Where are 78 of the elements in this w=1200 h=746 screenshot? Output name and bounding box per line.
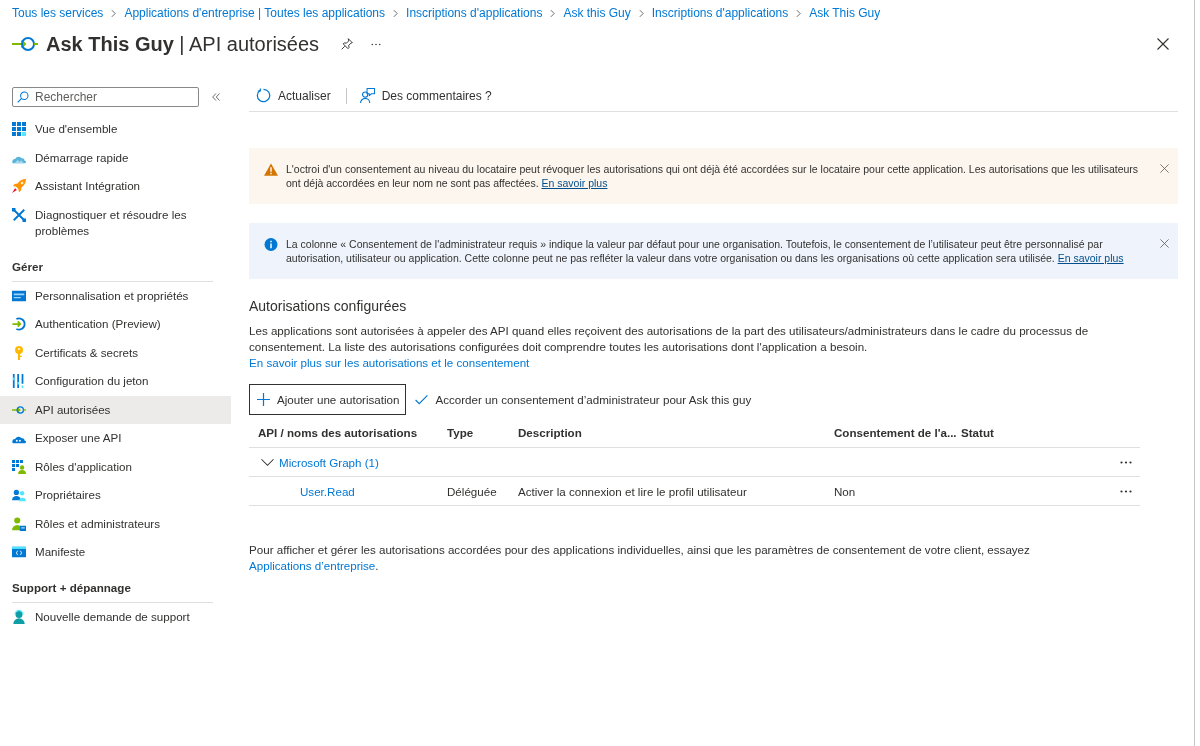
banner-message: La colonne « Consentement de l'administrateur requis » indique la valeur par défaut pour une organisation. Toutefois, le consentement de l’utilisateur peut être personnalisé par autorisation, utilisateur ou application. Cette colonne peut ne pas refléter la valeur dans votre organisation ou dans les organisations où cette application sera utilisée. En savoir plus xyxy=(286,237,1125,265)
sign-in-icon xyxy=(12,317,26,332)
table-cell: Non xyxy=(834,484,856,498)
card-icon xyxy=(12,288,26,303)
person-headset-icon xyxy=(12,609,26,624)
nav-item[interactable]: Nouvelle demande de support xyxy=(0,602,231,631)
column-header: API / noms des autorisations xyxy=(257,425,419,439)
footer-text: Pour afficher et gérer les autorisations accordées pour des applications individuelles, ainsi que les paramètres de consentement de votre client, essayez Applications d’entreprise. xyxy=(249,542,1031,574)
pin-icon[interactable] xyxy=(341,38,354,50)
section-heading: Gérer xyxy=(12,258,213,282)
nav-item[interactable]: Certificats & secrets xyxy=(0,338,231,367)
breadcrumb-link[interactable]: Inscriptions d'applications xyxy=(406,5,543,21)
chevron-right-icon xyxy=(550,8,556,18)
breadcrumb-link[interactable]: Tous les services xyxy=(12,5,104,21)
breadcrumb-link[interactable]: Inscriptions d'applications xyxy=(651,5,789,21)
arrow-ring-icon xyxy=(12,36,38,52)
plus-icon xyxy=(257,393,270,406)
section-description: Les applications sont autorisées à appeler des API quand elles reçoivent des autorisations de la part des utilisateurs/administrateurs dans le cadre du processus de consentement. La liste des autorisations configurées doit comprendre toutes les autorisations dont l'application a besoin. En savoir plus sur les autorisations et le consentement xyxy=(249,323,1090,371)
search-icon xyxy=(17,91,29,103)
feedback-button[interactable]: Des commentaires ? xyxy=(352,86,499,105)
refresh-icon xyxy=(256,88,271,103)
search-field[interactable]: Rechercher xyxy=(12,87,199,107)
nav-item[interactable]: Rôles et administrateurs xyxy=(0,509,231,538)
nav-item[interactable]: Vue d'ensemble xyxy=(0,115,231,144)
nav-item[interactable]: Diagnostiquer et résoudre les problèmes xyxy=(0,200,231,246)
double-chevron-left-icon[interactable] xyxy=(212,93,220,101)
sliders-icon xyxy=(12,374,26,389)
learn-more-link[interactable]: En savoir plus sur les autorisations et le consentement xyxy=(249,356,530,369)
column-header: Type xyxy=(447,425,475,439)
breadcrumb-link[interactable]: Ask this Guy xyxy=(563,5,631,21)
info-icon xyxy=(264,238,278,251)
ellipsis-icon[interactable] xyxy=(1120,460,1132,464)
column-header: Statut xyxy=(961,425,995,439)
chevron-right-icon xyxy=(111,8,117,18)
nav-item[interactable]: Manifeste xyxy=(0,538,231,567)
column-header: Consentement de l'a... xyxy=(834,425,958,439)
chevron-right-icon xyxy=(393,8,399,18)
nav-item[interactable]: Authentication (Preview) xyxy=(0,310,231,339)
breadcrumb-link[interactable]: Applications d'entreprise | Toutes les applications xyxy=(124,5,386,21)
nav-item[interactable]: Configuration du jeton xyxy=(0,367,231,396)
rocket-icon xyxy=(12,179,26,194)
ellipsis-icon[interactable] xyxy=(371,42,382,46)
people-icon xyxy=(12,488,26,503)
page-title: Ask This Guy | API autorisées xyxy=(46,32,320,57)
warning-icon xyxy=(264,163,278,176)
grid-person-icon xyxy=(12,459,26,474)
learn-more-link[interactable]: En savoir plus xyxy=(1057,252,1124,264)
banner-message: L'octroi d'un consentement au niveau du locataire peut révoquer les autorisations qui ont déjà été accordées sur le locataire pour cette application. Les autorisations que les utilisateurs ont déjà accordées en leur nom ne sont pas affectées. En savoir plus xyxy=(286,162,1140,190)
table-cell: Activer la connexion et lire le profil utilisateur xyxy=(518,484,747,498)
nav-item[interactable]: Rôles d'application xyxy=(0,452,231,481)
nav-item[interactable]: Propriétaires xyxy=(0,481,231,510)
nav-item[interactable]: Assistant Intégration xyxy=(0,172,231,201)
learn-more-link[interactable]: En savoir plus xyxy=(541,177,608,189)
section-heading: Support + dépannage xyxy=(12,579,213,603)
check-icon xyxy=(415,394,429,405)
grid-icon xyxy=(12,122,26,137)
close-icon[interactable] xyxy=(1157,38,1169,50)
person-speech-icon xyxy=(359,88,375,103)
permission-link[interactable]: User.Read xyxy=(300,484,355,498)
ellipsis-icon[interactable] xyxy=(1120,489,1132,493)
nav-item[interactable]: API autorisées xyxy=(0,395,231,424)
tools-icon xyxy=(12,207,26,222)
nav-item[interactable]: Personnalisation et propriétés xyxy=(0,281,231,310)
person-badge-icon xyxy=(12,516,26,531)
breadcrumb-link[interactable]: Ask This Guy xyxy=(809,5,881,21)
chevron-right-icon xyxy=(796,8,802,18)
nav-item[interactable]: Exposer une API xyxy=(0,424,231,453)
refresh-button[interactable]: Actualiser xyxy=(249,86,338,105)
api-group-link[interactable]: Microsoft Graph (1) xyxy=(279,455,379,469)
arrow-ring-icon xyxy=(12,405,26,414)
add-permission-button[interactable]: Ajouter une autorisation xyxy=(249,384,407,415)
key-icon xyxy=(12,345,26,360)
table-cell: Déléguée xyxy=(447,484,497,498)
column-header: Description xyxy=(518,425,583,439)
chevron-right-icon xyxy=(638,8,644,18)
code-box-icon xyxy=(12,545,26,560)
nav-item[interactable]: Démarrage rapide xyxy=(0,143,231,172)
section-title: Autorisations configurées xyxy=(249,297,408,315)
